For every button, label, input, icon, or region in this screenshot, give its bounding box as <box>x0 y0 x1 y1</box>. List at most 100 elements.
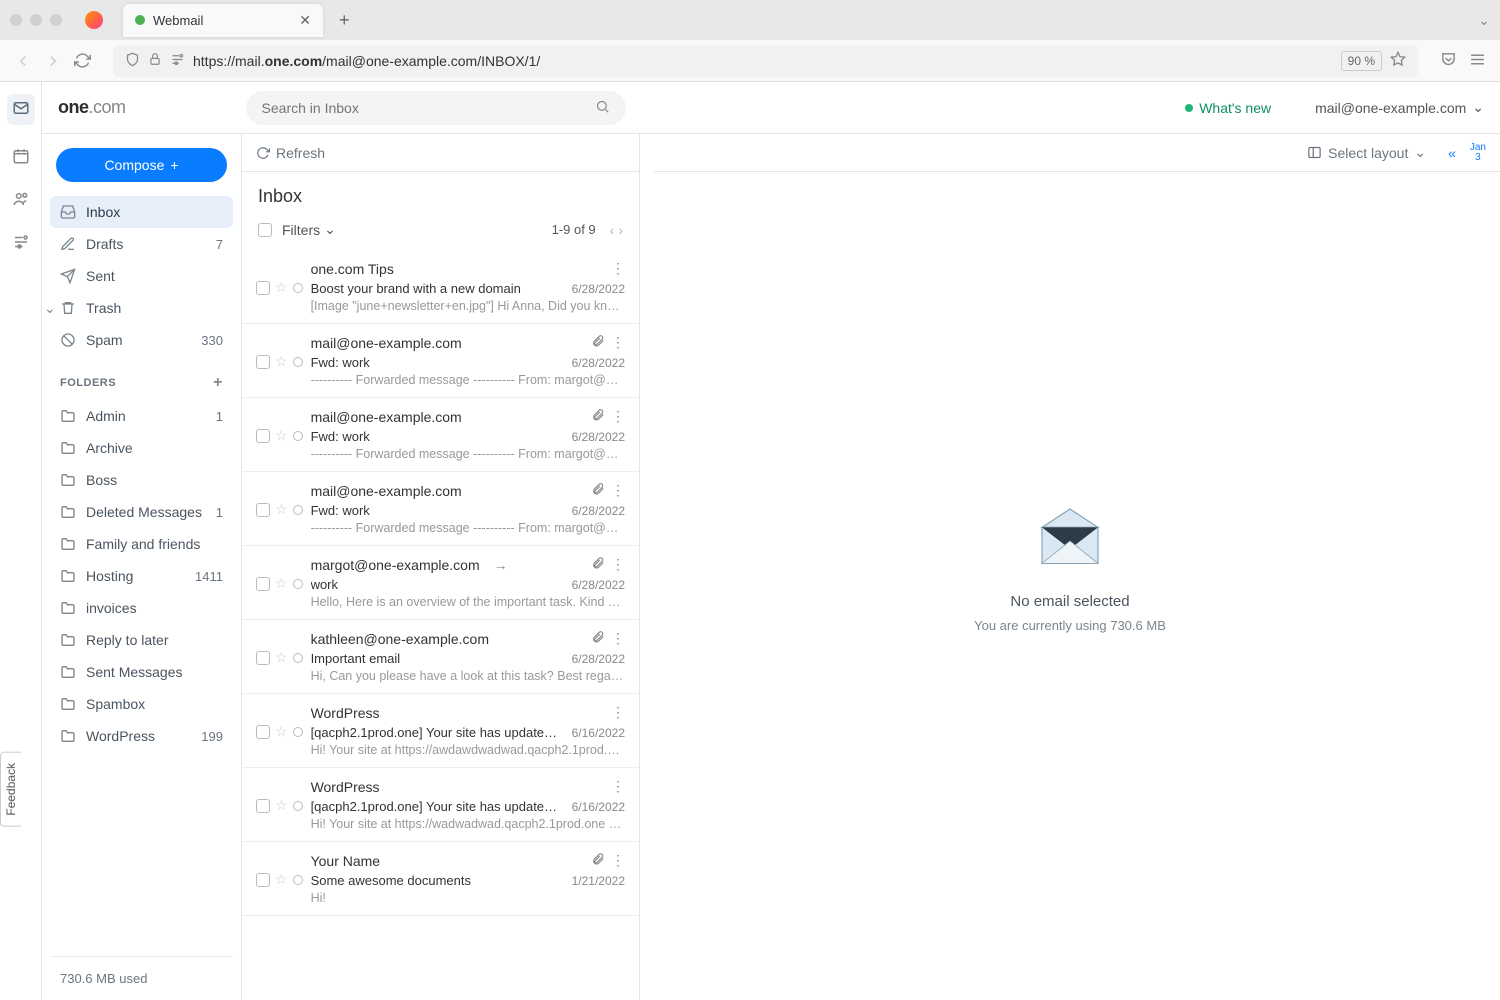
sidebar-folder[interactable]: Reply to later <box>50 624 233 656</box>
sidebar-item-sent[interactable]: Sent <box>50 260 233 292</box>
bookmark-star-icon[interactable] <box>1390 51 1406 70</box>
next-page-button[interactable]: › <box>618 222 623 238</box>
collapse-icon[interactable]: « <box>1448 145 1456 161</box>
zoom-level[interactable]: 90 % <box>1341 51 1382 71</box>
more-icon[interactable]: ⋮ <box>611 556 625 573</box>
forward-button[interactable] <box>44 52 62 70</box>
more-icon[interactable]: ⋮ <box>611 260 625 277</box>
read-status-icon[interactable] <box>293 283 303 293</box>
filters-button[interactable]: Filters ⌄ <box>282 221 336 238</box>
star-icon[interactable]: ☆ <box>275 427 288 444</box>
sidebar-item-spam[interactable]: Spam330 <box>50 324 233 356</box>
new-tab-button[interactable]: + <box>339 10 350 31</box>
read-status-icon[interactable] <box>293 875 303 885</box>
more-icon[interactable]: ⋮ <box>611 408 625 425</box>
logo[interactable]: one.com <box>58 97 126 118</box>
more-icon[interactable]: ⋮ <box>611 630 625 647</box>
star-icon[interactable]: ☆ <box>275 575 288 592</box>
email-checkbox[interactable] <box>256 799 270 813</box>
sidebar-item-inbox[interactable]: Inbox <box>50 196 233 228</box>
email-item[interactable]: ☆mail@one-example.com⋮Fwd: work6/28/2022… <box>242 324 639 398</box>
sidebar-folder[interactable]: Family and friends <box>50 528 233 560</box>
email-item[interactable]: ☆mail@one-example.com⋮Fwd: work6/28/2022… <box>242 398 639 472</box>
email-item[interactable]: ☆WordPress⋮[qacph2.1prod.one] Your site … <box>242 768 639 842</box>
email-sender: WordPress <box>311 779 380 795</box>
star-icon[interactable]: ☆ <box>275 649 288 666</box>
star-icon[interactable]: ☆ <box>275 501 288 518</box>
sidebar-folder[interactable]: Boss <box>50 464 233 496</box>
read-status-icon[interactable] <box>293 801 303 811</box>
sidebar-folder[interactable]: Sent Messages <box>50 656 233 688</box>
address-bar[interactable]: https://mail.one.com/mail@one-example.co… <box>113 45 1418 77</box>
email-preview: Hi, Can you please have a look at this t… <box>311 669 625 683</box>
attachment-icon <box>591 334 605 351</box>
sidebar-folder[interactable]: Spambox <box>50 688 233 720</box>
pocket-icon[interactable] <box>1440 51 1457 71</box>
sidebar-item-trash[interactable]: ⌄Trash <box>50 292 233 324</box>
read-status-icon[interactable] <box>293 727 303 737</box>
more-icon[interactable]: ⋮ <box>611 482 625 499</box>
sidebar-folder[interactable]: WordPress199 <box>50 720 233 752</box>
email-item[interactable]: ☆margot@one-example.com→⋮work6/28/2022He… <box>242 546 639 620</box>
window-controls[interactable] <box>10 14 62 26</box>
email-checkbox[interactable] <box>256 651 270 665</box>
tabs-menu-icon[interactable]: ⌄ <box>1478 12 1490 29</box>
rail-contacts-icon[interactable] <box>12 190 30 211</box>
email-checkbox[interactable] <box>256 355 270 369</box>
star-icon[interactable]: ☆ <box>275 279 288 296</box>
sidebar-folder[interactable]: invoices <box>50 592 233 624</box>
email-item[interactable]: ☆kathleen@one-example.com⋮Important emai… <box>242 620 639 694</box>
read-status-icon[interactable] <box>293 357 303 367</box>
star-icon[interactable]: ☆ <box>275 723 288 740</box>
rail-calendar-icon[interactable] <box>12 147 30 168</box>
email-item[interactable]: ☆one.com Tips⋮Boost your brand with a ne… <box>242 250 639 324</box>
browser-tab[interactable]: Webmail ✕ <box>123 4 323 37</box>
sidebar-item-drafts[interactable]: Drafts7 <box>50 228 233 260</box>
read-status-icon[interactable] <box>293 431 303 441</box>
email-checkbox[interactable] <box>256 873 270 887</box>
email-checkbox[interactable] <box>256 429 270 443</box>
rail-settings-icon[interactable] <box>12 233 30 254</box>
chevron-down-icon[interactable]: ⌄ <box>44 300 56 317</box>
add-folder-button[interactable]: + <box>213 374 223 392</box>
select-all-checkbox[interactable] <box>258 223 272 237</box>
select-layout-button[interactable]: Select layout ⌄ <box>1307 144 1426 161</box>
email-item[interactable]: ☆Your Name⋮Some awesome documents1/21/20… <box>242 842 639 916</box>
email-checkbox[interactable] <box>256 503 270 517</box>
star-icon[interactable]: ☆ <box>275 871 288 888</box>
user-menu[interactable]: mail@one-example.com ⌄ <box>1315 99 1484 116</box>
permissions-icon[interactable] <box>170 52 185 70</box>
email-checkbox[interactable] <box>256 577 270 591</box>
prev-page-button[interactable]: ‹ <box>610 222 615 238</box>
compose-button[interactable]: Compose + <box>56 148 227 182</box>
sidebar-folder[interactable]: Archive <box>50 432 233 464</box>
email-item[interactable]: ☆WordPress⋮[qacph2.1prod.one] Your site … <box>242 694 639 768</box>
more-icon[interactable]: ⋮ <box>611 334 625 351</box>
reload-button[interactable] <box>74 52 91 69</box>
more-icon[interactable]: ⋮ <box>611 852 625 869</box>
read-status-icon[interactable] <box>293 505 303 515</box>
whats-new-button[interactable]: What's new <box>1185 100 1271 116</box>
rail-mail-icon[interactable] <box>7 94 35 125</box>
email-checkbox[interactable] <box>256 281 270 295</box>
email-checkbox[interactable] <box>256 725 270 739</box>
refresh-button[interactable]: Refresh <box>256 145 325 161</box>
search-input[interactable] <box>262 100 595 116</box>
hamburger-icon[interactable] <box>1469 51 1486 71</box>
read-status-icon[interactable] <box>293 579 303 589</box>
sidebar-folder[interactable]: Deleted Messages1 <box>50 496 233 528</box>
sidebar-folder[interactable]: Admin1 <box>50 400 233 432</box>
more-icon[interactable]: ⋮ <box>611 778 625 795</box>
sidebar-folder[interactable]: Hosting1411 <box>50 560 233 592</box>
back-button[interactable] <box>14 52 32 70</box>
calendar-widget[interactable]: Jan 3 <box>1470 143 1486 163</box>
star-icon[interactable]: ☆ <box>275 353 288 370</box>
close-tab-icon[interactable]: ✕ <box>299 12 311 29</box>
search-box[interactable] <box>246 91 626 125</box>
star-icon[interactable]: ☆ <box>275 797 288 814</box>
feedback-tab[interactable]: Feedback <box>0 752 21 827</box>
email-item[interactable]: ☆mail@one-example.com⋮Fwd: work6/28/2022… <box>242 472 639 546</box>
read-status-icon[interactable] <box>293 653 303 663</box>
more-icon[interactable]: ⋮ <box>611 704 625 721</box>
search-icon[interactable] <box>595 99 610 117</box>
